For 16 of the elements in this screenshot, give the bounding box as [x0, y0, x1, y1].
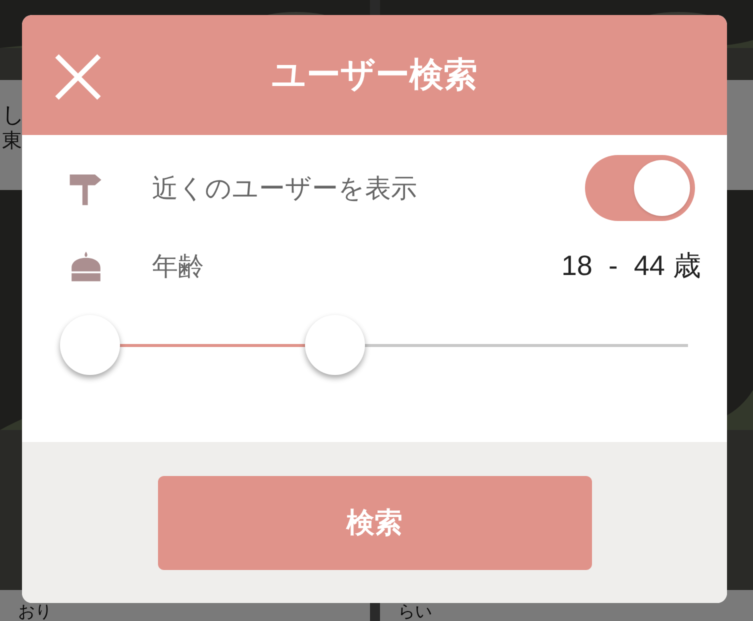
- user-name: おり: [18, 603, 53, 620]
- search-button[interactable]: 検索: [158, 476, 592, 570]
- user-name: し: [2, 102, 26, 128]
- slider-thumb[interactable]: [60, 315, 120, 375]
- separator: -: [608, 249, 618, 283]
- close-button[interactable]: [54, 53, 102, 101]
- min-age: 18: [561, 249, 593, 283]
- close-icon: [54, 53, 102, 101]
- nearby-users-label: 近くのユーザーを表示: [152, 172, 418, 204]
- max-age: 44: [634, 249, 665, 283]
- age-unit: 歳: [673, 249, 701, 283]
- dialog-title: ユーザー検索: [272, 54, 478, 96]
- slider-thumb[interactable]: [305, 315, 366, 375]
- user-name: らい: [398, 603, 433, 620]
- age-label: 年齢: [152, 250, 205, 282]
- user-location: 東: [2, 129, 23, 154]
